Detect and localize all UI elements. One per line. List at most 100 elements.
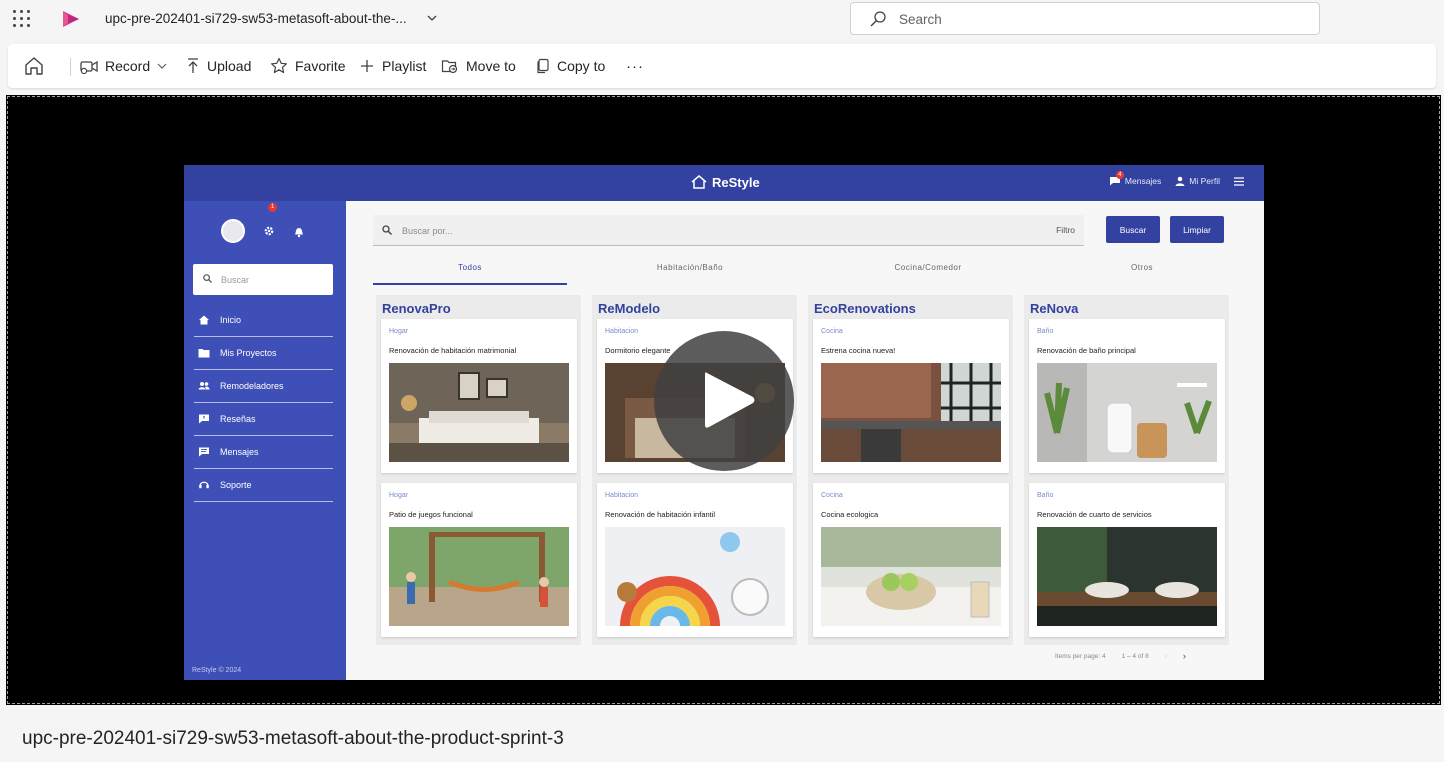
eco-kitchen-photo [821,527,1001,626]
play-button[interactable] [654,331,794,471]
record-icon [80,60,98,74]
home-button[interactable] [23,44,45,88]
kids-room-photo [605,527,785,626]
project-card[interactable]: Hogar Patio de juegos funcional [381,483,577,637]
card-title: Renovación de habitación infantil [605,510,716,519]
project-card[interactable]: Cocina Cocina ecologica [813,483,1009,637]
favorite-label: Favorite [295,58,346,74]
card-title: Renovación de baño principal [1037,346,1136,355]
bedroom-photo [389,363,569,462]
upload-icon [188,58,198,73]
home-icon [25,57,43,75]
favorite-button[interactable]: Favorite [270,44,346,88]
nav-item-soporte[interactable]: Soporte [194,469,333,502]
items-per-page-label[interactable]: Items per page: 4 [1055,653,1106,660]
category-tabs: Todos Habitación/Baño Cocina/Comedor Otr… [373,263,1229,285]
remodeler-name[interactable]: RenovaPro [382,301,451,316]
person-icon [1175,176,1185,186]
move-to-button[interactable]: Move to [441,44,516,88]
card-category: Cocina [821,492,843,499]
copy-to-button[interactable]: Copy to [536,44,605,88]
tab-cocina-comedor[interactable]: Cocina/Comedor [831,263,1025,285]
top-bar: upc-pre-202401-si729-sw53-metasoft-about… [0,0,1444,38]
prev-page-icon[interactable]: ‹ [1165,653,1167,660]
header-messages[interactable]: 4 Mensajes [1109,171,1161,186]
project-card[interactable]: Baño Renovación de baño principal [1029,319,1225,473]
add-icon [361,60,373,72]
playlist-button[interactable]: Playlist [359,44,426,88]
video-player[interactable]: ReStyle 4 Mensajes Mi Perfil 1 Buscar In… [6,95,1441,705]
nav-item-inicio[interactable]: Inicio [194,304,333,337]
search-icon [870,11,886,27]
folder-move-icon [441,60,458,74]
review-icon [199,414,209,424]
nav-item-label: Mis Proyectos [220,348,277,358]
header-profile[interactable]: Mi Perfil [1175,176,1220,186]
project-card[interactable]: Cocina Estrena cocina nueva! [813,319,1009,473]
nav-item-mis-proyectos[interactable]: Mis Proyectos [194,337,333,370]
nav-item-mensajes[interactable]: Mensajes [194,436,333,469]
search-button[interactable]: Buscar [1106,216,1160,243]
app-sidebar: 1 Buscar Inicio Mis Proyectos Remodelado… [184,201,346,680]
app-brand: ReStyle [690,174,760,190]
copy-icon [537,58,549,74]
project-card[interactable]: Hogar Renovación de habitación matrimoni… [381,319,577,473]
card-title: Cocina ecologica [821,510,879,519]
bathroom-photo [1037,363,1217,462]
project-search-placeholder: Buscar por... [402,226,453,236]
tab-todos[interactable]: Todos [373,263,567,285]
kitchen-photo [821,363,1001,462]
header-actions: 4 Mensajes Mi Perfil [1109,171,1244,186]
brand-name: ReStyle [712,174,760,190]
app-main: Buscar por... Filtro Buscar Limpiar Todo… [346,201,1264,680]
stream-logo-icon[interactable] [60,9,82,29]
upload-button[interactable]: Upload [186,44,251,88]
remodeler-column: EcoRenovations Cocina Estrena cocina nue… [808,295,1013,645]
record-button[interactable]: Record [80,44,167,88]
messages-badge: 4 [1115,171,1124,179]
header-profile-label: Mi Perfil [1189,176,1220,186]
project-card[interactable]: Habitacion Renovación de habitación infa… [597,483,793,637]
nav-item-resenas[interactable]: Reseñas [194,403,333,436]
project-card[interactable]: Baño Renovación de cuarto de servicios [1029,483,1225,637]
headset-icon [199,481,209,489]
bell-icon[interactable] [293,225,305,238]
video-title: upc-pre-202401-si729-sw53-metasoft-about… [22,728,564,749]
avatar[interactable] [221,219,245,243]
nav-item-label: Reseñas [220,414,256,424]
hamburger-menu-icon[interactable] [1234,176,1244,186]
house-logo-icon [691,175,707,189]
sidebar-search-input[interactable]: Buscar [193,264,333,295]
card-title: Dormitorio elegante [605,346,671,355]
card-category: Baño [1037,328,1054,335]
project-search-input[interactable]: Buscar por... Filtro [373,215,1084,246]
clear-button[interactable]: Limpiar [1170,216,1224,243]
document-title[interactable]: upc-pre-202401-si729-sw53-metasoft-about… [105,11,407,26]
search-icon [382,225,392,235]
remodeler-name[interactable]: EcoRenovations [814,301,916,316]
divider [70,58,71,76]
remodeler-column: RenovaPro Hogar Renovación de habitación… [376,295,581,645]
remodeler-name[interactable]: ReModelo [598,301,660,316]
card-category: Habitacion [605,492,639,499]
next-page-icon[interactable]: › [1183,652,1186,661]
app-header: ReStyle 4 Mensajes Mi Perfil [184,165,1264,201]
more-options-button[interactable]: ··· [626,44,644,88]
gear-icon[interactable] [263,225,275,237]
more-icon: ··· [626,57,644,75]
nav-item-remodeladores[interactable]: Remodeladores [194,370,333,403]
star-icon [271,57,287,74]
app-launcher-icon[interactable] [13,10,31,28]
nav-item-label: Remodeladores [220,381,284,391]
card-category: Habitacion [605,328,639,335]
tab-otros[interactable]: Otros [1045,263,1239,285]
search-input[interactable]: Search [850,2,1320,35]
move-to-label: Move to [466,58,516,74]
nav-item-label: Mensajes [220,447,259,457]
remodeler-name[interactable]: ReNova [1030,301,1078,316]
chevron-down-icon[interactable] [426,12,438,24]
tab-habitacion-bano[interactable]: Habitación/Baño [593,263,787,285]
sidebar-profile-row [221,219,305,243]
remodeler-column: ReNova Baño Renovación de baño principal… [1024,295,1229,645]
nav-item-label: Inicio [220,315,242,325]
